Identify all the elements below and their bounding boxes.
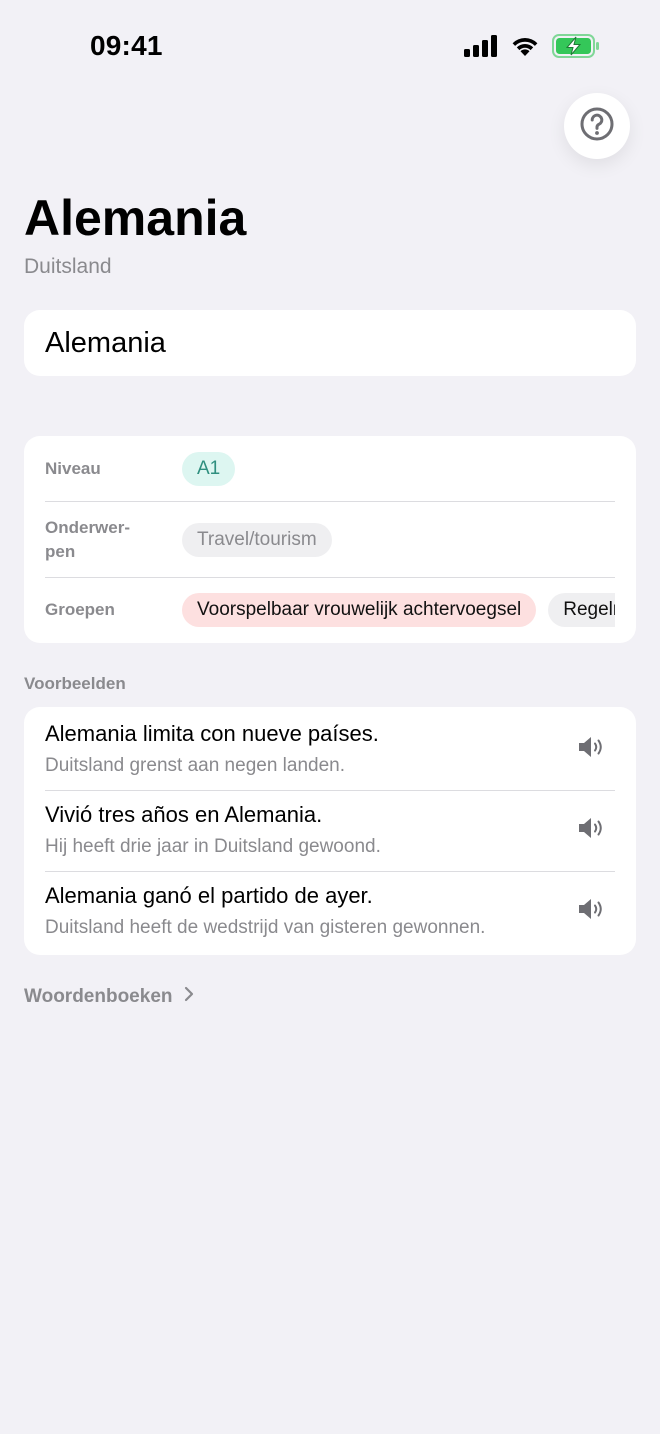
status-time: 09:41 — [90, 30, 163, 61]
example-dutch: Duitsland heeft de wedstrijd van gistere… — [45, 917, 486, 938]
divider — [45, 501, 615, 502]
example-dutch: Hij heeft drie jaar in Duitsland gewoond… — [45, 836, 381, 857]
group-chip[interactable]: Voorspelbaar vrouwelijk achtervoegsel — [182, 593, 537, 627]
word-card[interactable]: Alemania — [24, 310, 636, 376]
dictionaries-label: Woordenboeken — [24, 986, 173, 1007]
example-spanish: Alemania limita con nueve países. — [45, 721, 379, 746]
help-circle-icon — [579, 106, 615, 147]
groups-row: Groepen Voorspelbaar vrouwelijk achtervo… — [45, 593, 615, 627]
status-icons — [464, 33, 600, 63]
page-title: Alemania — [24, 190, 247, 246]
groups-label: Groepen — [45, 600, 115, 619]
cellular-signal-icon — [464, 34, 498, 62]
example-row[interactable]: Vivió tres años en Alemania. Hij heeft d… — [45, 788, 615, 869]
chevron-right-icon — [183, 985, 195, 1009]
topic-chip[interactable]: Travel/tourism — [182, 523, 332, 557]
example-spanish: Alemania ganó el partido de ayer. — [45, 883, 373, 908]
dictionaries-link[interactable]: Woordenboeken — [24, 985, 195, 1009]
speaker-icon[interactable] — [577, 734, 605, 760]
speaker-icon[interactable] — [577, 896, 605, 922]
topics-row: Onderwer- pen Travel/tourism — [45, 516, 615, 564]
wifi-icon — [510, 35, 540, 62]
help-button[interactable] — [564, 93, 630, 159]
speaker-icon[interactable] — [577, 815, 605, 841]
example-row[interactable]: Alemania limita con nueve países. Duitsl… — [45, 707, 615, 788]
groups-chip-scroller[interactable]: Voorspelbaar vrouwelijk achtervoegsel Re… — [182, 593, 615, 627]
level-chip[interactable]: A1 — [182, 452, 236, 486]
info-card: Niveau A1 Onderwer- pen Travel/tourism G… — [24, 436, 636, 643]
divider — [45, 577, 615, 578]
example-row[interactable]: Alemania ganó el partido de ayer. Duitsl… — [45, 869, 615, 950]
page-subtitle: Duitsland — [24, 255, 112, 278]
group-chip[interactable]: Regelmatig — [548, 593, 615, 627]
topics-label: Onderwer- pen — [45, 518, 131, 561]
examples-section-header: Voorbeelden — [24, 674, 126, 693]
example-dutch: Duitsland grenst aan negen landen. — [45, 755, 346, 776]
examples-card: Alemania limita con nueve países. Duitsl… — [24, 707, 636, 955]
battery-charging-icon — [552, 33, 600, 63]
word-text: Alemania — [45, 326, 166, 359]
level-label: Niveau — [45, 459, 101, 478]
level-row: Niveau A1 — [45, 452, 615, 486]
example-spanish: Vivió tres años en Alemania. — [45, 802, 323, 827]
